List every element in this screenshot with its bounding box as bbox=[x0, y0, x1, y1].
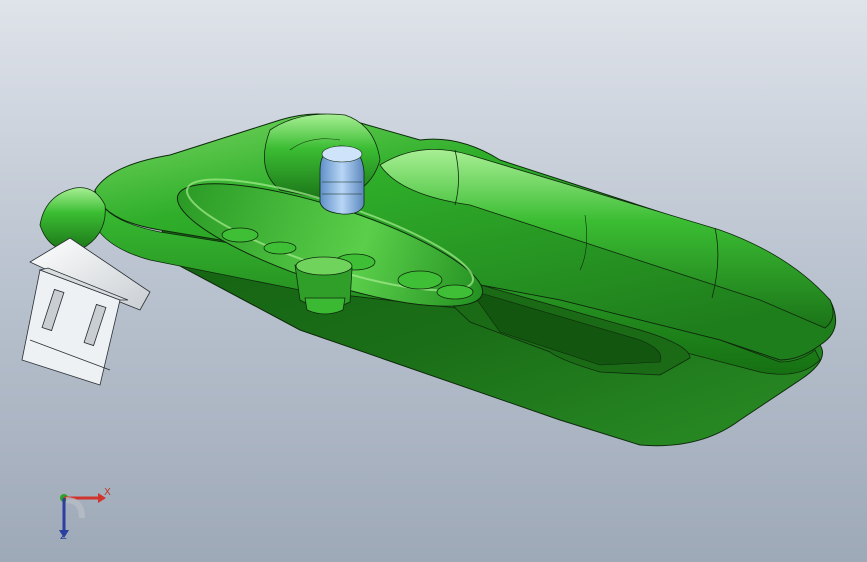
blue-fitting-cap bbox=[321, 145, 363, 163]
coordinate-triad: X Z bbox=[40, 478, 120, 548]
z-axis-label: Z bbox=[60, 531, 67, 542]
3d-model[interactable] bbox=[0, 0, 867, 562]
graphics-viewport[interactable]: X Z bbox=[0, 0, 867, 562]
x-axis-label: X bbox=[104, 487, 111, 498]
connector bbox=[21, 237, 151, 386]
central-shaft-top bbox=[295, 256, 353, 276]
shaft-tip bbox=[304, 297, 346, 315]
